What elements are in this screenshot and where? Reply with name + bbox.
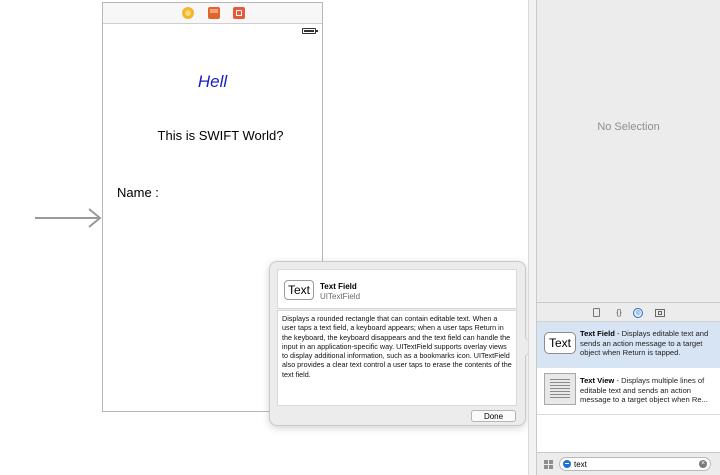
hello-label[interactable]: Hell	[103, 72, 322, 92]
utilities-panel: No Selection {} ◎ Text Text Field - Disp…	[536, 0, 720, 475]
object-library-icon[interactable]: ◎	[633, 308, 643, 318]
library-item-text-view[interactable]: Text View - Displays multiple lines of e…	[537, 369, 720, 415]
library-tab-bar: {} ◎	[537, 302, 720, 322]
text-view-icon	[544, 373, 576, 405]
text-field-icon: Text	[544, 332, 576, 354]
object-class-name: UITextField	[320, 292, 361, 301]
library-item-name: Text View	[580, 376, 615, 385]
object-help-popover: Text Text Field UITextField Displays a r…	[269, 261, 535, 426]
name-label[interactable]: Name :	[117, 185, 159, 200]
no-selection-text: No Selection	[597, 121, 660, 133]
clear-icon[interactable]: ×	[699, 460, 707, 468]
library-filter-bar: text ×	[537, 452, 720, 475]
media-library-icon[interactable]	[655, 309, 665, 317]
pane-splitter[interactable]	[528, 0, 536, 475]
library-item-text-field[interactable]: Text Text Field - Displays editable text…	[537, 322, 720, 368]
text-field-thumbnail: Text	[284, 280, 314, 300]
object-description: Displays a rounded rectangle that can co…	[277, 310, 517, 406]
library-item-description: Text Field - Displays editable text and …	[580, 329, 712, 358]
storyboard-canvas[interactable]: Hell This is SWIFT World? Name : Text Te…	[0, 0, 535, 475]
file-template-library-icon[interactable]	[593, 308, 600, 317]
object-title: Text Field	[320, 282, 357, 291]
view-controller-icon[interactable]	[182, 7, 194, 19]
done-button[interactable]: Done	[471, 410, 516, 422]
code-snippet-library-icon[interactable]: {}	[614, 308, 624, 318]
exit-icon[interactable]	[233, 7, 245, 19]
filter-icon[interactable]	[563, 460, 571, 468]
object-library-list[interactable]: Text Text Field - Displays editable text…	[537, 322, 720, 452]
world-label[interactable]: This is SWIFT World?	[103, 128, 322, 143]
library-item-name: Text Field	[580, 329, 615, 338]
battery-icon	[302, 28, 318, 34]
library-item-description: Text View - Displays multiple lines of e…	[580, 376, 712, 405]
scene-dock	[103, 3, 322, 24]
grid-view-icon[interactable]	[544, 460, 553, 469]
initial-view-controller-arrow[interactable]	[35, 208, 103, 228]
filter-text[interactable]: text	[574, 459, 587, 470]
first-responder-icon[interactable]	[208, 7, 220, 19]
library-filter-input[interactable]: text ×	[559, 457, 711, 471]
popover-header: Text Text Field UITextField	[277, 269, 517, 309]
